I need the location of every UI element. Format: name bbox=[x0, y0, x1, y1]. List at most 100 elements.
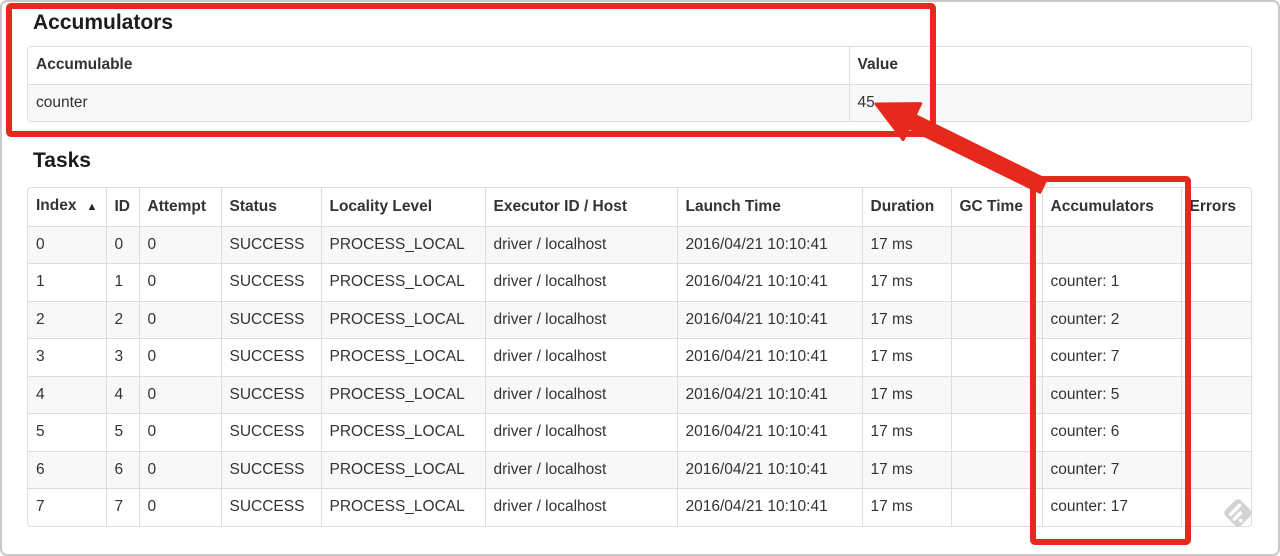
gc-time-column-header[interactable]: GC Time bbox=[950, 188, 1042, 226]
task-cell-id: 2 bbox=[105, 300, 139, 339]
task-cell-duration: 17 ms bbox=[861, 338, 951, 376]
task-cell-id: 3 bbox=[105, 338, 139, 376]
task-cell-duration: 17 ms bbox=[861, 300, 951, 339]
task-cell-duration: 17 ms bbox=[861, 375, 951, 414]
task-cell-gc-time bbox=[950, 300, 1042, 339]
task-cell-executor-id-host: driver / localhost bbox=[484, 300, 677, 339]
task-cell-launch-time: 2016/04/21 10:10:41 bbox=[676, 375, 862, 414]
task-cell-executor-id-host: driver / localhost bbox=[484, 225, 677, 264]
task-cell-executor-id-host: driver / localhost bbox=[484, 413, 677, 451]
task-cell-launch-time: 2016/04/21 10:10:41 bbox=[676, 225, 862, 264]
accumulable-name-cell: counter bbox=[28, 83, 849, 121]
task-cell-errors bbox=[1180, 450, 1251, 489]
index-column-header[interactable]: Index ▲ bbox=[28, 188, 106, 226]
tasks-table: Index ▲ ID Attempt Status Locality Level … bbox=[27, 187, 1252, 527]
task-cell-index: 2 bbox=[28, 300, 106, 339]
task-cell-attempt: 0 bbox=[138, 450, 221, 489]
task-row: 6 6 0 SUCCESS PROCESS_LOCAL driver / localhos… bbox=[28, 450, 1251, 489]
task-cell-duration: 17 ms bbox=[861, 263, 951, 301]
task-cell-gc-time bbox=[950, 413, 1042, 451]
task-cell-locality-level: PROCESS_LOCAL bbox=[320, 263, 485, 301]
task-cell-index: 3 bbox=[28, 338, 106, 376]
spark-stage-detail-page: Accumulators Accumulable Value counter 4… bbox=[0, 0, 1280, 527]
task-cell-accumulators: counter: 6 bbox=[1041, 413, 1181, 451]
task-cell-status: SUCCESS bbox=[220, 225, 321, 264]
task-row: 1 1 0 SUCCESS PROCESS_LOCAL driver / localhos… bbox=[28, 263, 1251, 301]
task-cell-locality-level: PROCESS_LOCAL bbox=[320, 488, 485, 526]
task-cell-gc-time bbox=[950, 488, 1042, 526]
tasks-section-title: Tasks bbox=[33, 149, 91, 172]
accumulable-value-cell: 45 bbox=[848, 83, 1251, 121]
task-cell-id: 1 bbox=[105, 263, 139, 301]
task-cell-index: 0 bbox=[28, 225, 106, 264]
task-cell-id: 6 bbox=[105, 450, 139, 489]
task-cell-index: 6 bbox=[28, 450, 106, 489]
task-cell-id: 4 bbox=[105, 375, 139, 414]
task-cell-index: 7 bbox=[28, 488, 106, 526]
task-cell-status: SUCCESS bbox=[220, 375, 321, 414]
task-cell-accumulators: counter: 17 bbox=[1041, 488, 1181, 526]
task-cell-duration: 17 ms bbox=[861, 488, 951, 526]
task-cell-status: SUCCESS bbox=[220, 450, 321, 489]
task-cell-gc-time bbox=[950, 450, 1042, 489]
task-cell-attempt: 0 bbox=[138, 225, 221, 264]
task-cell-attempt: 0 bbox=[138, 375, 221, 414]
task-cell-attempt: 0 bbox=[138, 300, 221, 339]
task-cell-errors bbox=[1180, 413, 1251, 451]
task-cell-locality-level: PROCESS_LOCAL bbox=[320, 338, 485, 376]
launch-time-column-header[interactable]: Launch Time bbox=[676, 188, 862, 226]
task-cell-duration: 17 ms bbox=[861, 225, 951, 264]
task-cell-launch-time: 2016/04/21 10:10:41 bbox=[676, 488, 862, 526]
task-cell-launch-time: 2016/04/21 10:10:41 bbox=[676, 413, 862, 451]
status-column-header[interactable]: Status bbox=[220, 188, 321, 226]
accumulators-column-header[interactable]: Accumulators bbox=[1041, 188, 1181, 226]
task-cell-launch-time: 2016/04/21 10:10:41 bbox=[676, 450, 862, 489]
executor-id-host-column-header[interactable]: Executor ID / Host bbox=[484, 188, 677, 226]
task-cell-executor-id-host: driver / localhost bbox=[484, 375, 677, 414]
task-row: 2 2 0 SUCCESS PROCESS_LOCAL driver / localhos… bbox=[28, 300, 1251, 339]
task-cell-index: 5 bbox=[28, 413, 106, 451]
task-cell-id: 5 bbox=[105, 413, 139, 451]
task-row: 3 3 0 SUCCESS PROCESS_LOCAL driver / localhos… bbox=[28, 338, 1251, 376]
task-cell-attempt: 0 bbox=[138, 263, 221, 301]
task-cell-attempt: 0 bbox=[138, 338, 221, 376]
task-cell-status: SUCCESS bbox=[220, 413, 321, 451]
task-cell-accumulators: counter: 7 bbox=[1041, 450, 1181, 489]
id-column-header[interactable]: ID bbox=[105, 188, 139, 226]
attempt-column-header[interactable]: Attempt bbox=[138, 188, 221, 226]
task-cell-status: SUCCESS bbox=[220, 263, 321, 301]
locality-level-column-header[interactable]: Locality Level bbox=[320, 188, 485, 226]
task-cell-executor-id-host: driver / localhost bbox=[484, 263, 677, 301]
task-cell-locality-level: PROCESS_LOCAL bbox=[320, 300, 485, 339]
task-cell-id: 0 bbox=[105, 225, 139, 264]
task-cell-launch-time: 2016/04/21 10:10:41 bbox=[676, 300, 862, 339]
task-cell-status: SUCCESS bbox=[220, 300, 321, 339]
accumulable-column-header[interactable]: Accumulable bbox=[28, 47, 849, 84]
task-cell-gc-time bbox=[950, 338, 1042, 376]
value-column-header[interactable]: Value bbox=[848, 47, 1251, 84]
accumulators-section-title: Accumulators bbox=[33, 11, 174, 34]
accumulators-header-row: Accumulable Value bbox=[28, 47, 1251, 84]
task-cell-id: 7 bbox=[105, 488, 139, 526]
task-cell-attempt: 0 bbox=[138, 413, 221, 451]
task-cell-accumulators: counter: 5 bbox=[1041, 375, 1181, 414]
errors-column-header[interactable]: Errors bbox=[1180, 188, 1251, 226]
duration-column-header[interactable]: Duration bbox=[861, 188, 951, 226]
task-row: 7 7 0 SUCCESS PROCESS_LOCAL driver / localhos… bbox=[28, 488, 1251, 526]
task-cell-accumulators: counter: 1 bbox=[1041, 263, 1181, 301]
task-cell-executor-id-host: driver / localhost bbox=[484, 338, 677, 376]
task-row: 0 0 0 SUCCESS PROCESS_LOCAL driver / localhos… bbox=[28, 225, 1251, 264]
task-cell-launch-time: 2016/04/21 10:10:41 bbox=[676, 263, 862, 301]
task-cell-locality-level: PROCESS_LOCAL bbox=[320, 450, 485, 489]
tasks-table-body: 0 0 0 SUCCESS PROCESS_LOCAL driver / localhos… bbox=[28, 225, 1251, 526]
task-cell-locality-level: PROCESS_LOCAL bbox=[320, 225, 485, 264]
task-cell-gc-time bbox=[950, 375, 1042, 414]
task-cell-errors bbox=[1180, 225, 1251, 264]
accumulators-table: Accumulable Value counter 45 bbox=[27, 46, 1252, 122]
task-cell-errors bbox=[1180, 263, 1251, 301]
task-cell-executor-id-host: driver / localhost bbox=[484, 488, 677, 526]
task-cell-index: 1 bbox=[28, 263, 106, 301]
task-cell-errors bbox=[1180, 300, 1251, 339]
task-cell-launch-time: 2016/04/21 10:10:41 bbox=[676, 338, 862, 376]
task-cell-accumulators: counter: 2 bbox=[1041, 300, 1181, 339]
